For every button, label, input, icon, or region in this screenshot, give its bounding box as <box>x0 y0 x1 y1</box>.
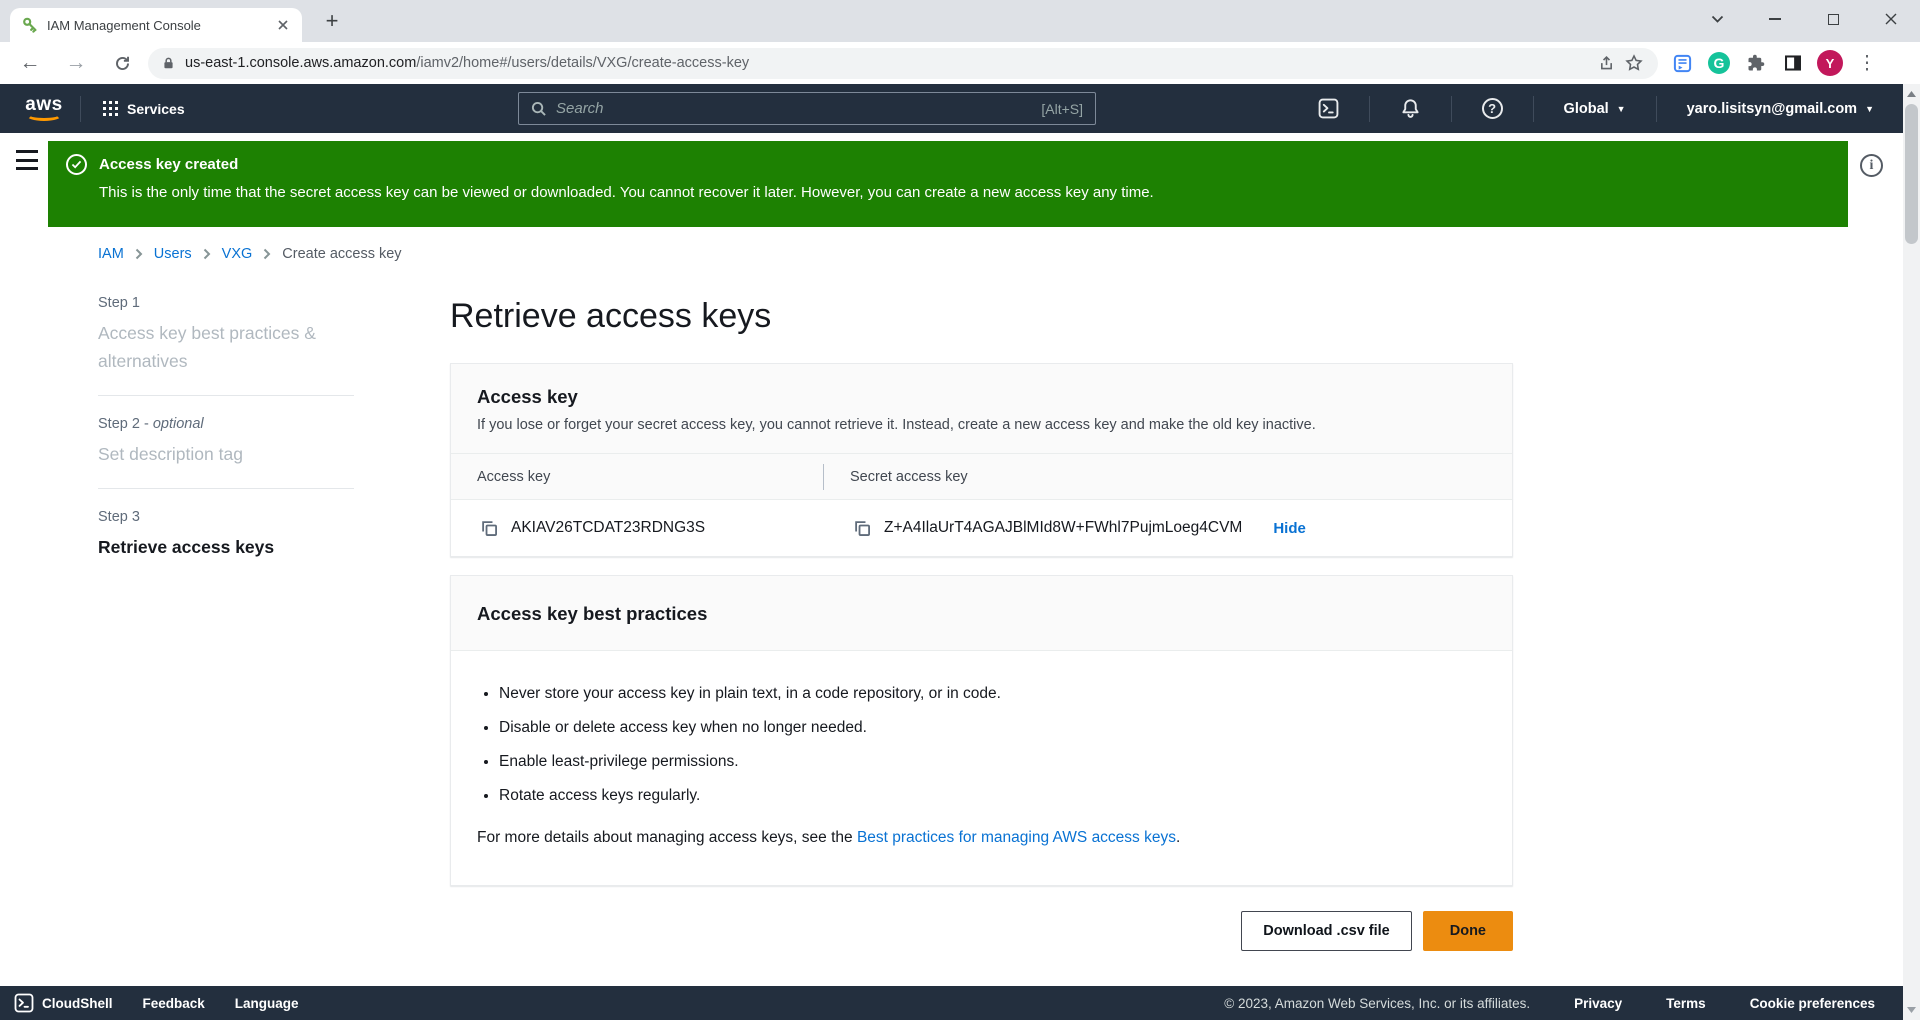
lock-icon <box>162 56 175 70</box>
account-menu[interactable]: yaro.lisitsyn@gmail.com▼ <box>1671 101 1890 117</box>
best-practice-item: Rotate access keys regularly. <box>499 779 1486 813</box>
hide-secret-link[interactable]: Hide <box>1273 520 1306 537</box>
column-access-key: Access key <box>451 469 823 485</box>
bookmark-star-icon[interactable] <box>1620 49 1648 77</box>
browser-toolbar: ← → us-east-1.console.aws.amazon.com/iam… <box>0 42 1920 84</box>
search-input[interactable] <box>556 100 1041 117</box>
extensions-puzzle-icon[interactable] <box>1742 49 1770 77</box>
copy-access-key-icon[interactable] <box>481 520 498 537</box>
breadcrumb-chevron-icon <box>135 248 143 260</box>
access-key-value: AKIAV26TCDAT23RDNG3S <box>511 519 705 537</box>
sidebar-extension-icon[interactable] <box>1779 49 1807 77</box>
banner-message: This is the only time that the secret ac… <box>99 184 1830 201</box>
done-button[interactable]: Done <box>1423 911 1513 951</box>
search-shortcut-hint: [Alt+S] <box>1041 101 1083 117</box>
refresh-icon[interactable] <box>106 47 138 79</box>
success-check-icon <box>66 154 87 175</box>
address-bar[interactable]: us-east-1.console.aws.amazon.com/iamv2/h… <box>148 48 1658 79</box>
window-minimize-button[interactable] <box>1746 0 1804 38</box>
info-panel-icon[interactable]: i <box>1860 154 1883 177</box>
best-practice-item: Never store your access key in plain tex… <box>499 677 1486 711</box>
key-table-header: Access key Secret access key <box>451 454 1512 500</box>
notifications-bell-icon[interactable] <box>1384 98 1437 119</box>
forward-icon[interactable]: → <box>60 47 92 79</box>
search-icon <box>531 101 546 116</box>
iam-page: Access key created This is the only time… <box>0 133 1920 986</box>
tab-title: IAM Management Console <box>47 18 274 33</box>
success-flashbar: Access key created This is the only time… <box>48 141 1848 227</box>
page-title: Retrieve access keys <box>450 296 1513 336</box>
chevron-down-icon: ▼ <box>1617 104 1626 114</box>
wizard-step-1: Step 1 Access key best practices & alter… <box>98 295 354 375</box>
wizard-steps-nav: Step 1 Access key best practices & alter… <box>98 295 354 561</box>
browser-tab[interactable]: IAM Management Console <box>10 8 302 42</box>
footer-feedback-link[interactable]: Feedback <box>143 996 205 1011</box>
grammarly-extension-icon[interactable]: G <box>1705 49 1733 77</box>
aws-search-box[interactable]: [Alt+S] <box>518 92 1096 125</box>
new-tab-button[interactable]: + <box>318 7 346 35</box>
best-practice-item: Disable or delete access key when no lon… <box>499 711 1486 745</box>
scrollbar-up-icon[interactable] <box>1903 86 1920 102</box>
access-key-card: Access key If you lose or forget your se… <box>450 363 1513 557</box>
window-close-button[interactable] <box>1862 0 1920 38</box>
banner-title: Access key created <box>99 156 238 173</box>
breadcrumb-chevron-icon <box>263 248 271 260</box>
page-scrollbar[interactable] <box>1903 84 1920 1020</box>
footer-copyright: © 2023, Amazon Web Services, Inc. or its… <box>1224 996 1530 1011</box>
share-icon[interactable] <box>1592 49 1620 77</box>
cloudshell-terminal-icon[interactable] <box>1302 98 1355 119</box>
scrollbar-thumb[interactable] <box>1905 104 1918 244</box>
tab-search-chevron-icon[interactable] <box>1688 0 1746 38</box>
scrollbar-down-icon[interactable] <box>1903 1002 1920 1018</box>
best-practices-title: Access key best practices <box>477 603 1486 625</box>
region-selector[interactable]: Global▼ <box>1548 101 1642 117</box>
best-practices-card: Access key best practices Never store yo… <box>450 575 1513 886</box>
breadcrumb: IAM Users VXG Create access key <box>98 246 402 262</box>
footer-cookie-preferences-link[interactable]: Cookie preferences <box>1750 996 1875 1011</box>
best-practice-item: Enable least-privilege permissions. <box>499 745 1486 779</box>
secret-key-value: Z+A4IlaUrT4AGAJBlMId8W+FWhl7PujmLoeg4CVM <box>884 519 1242 537</box>
window-maximize-button[interactable] <box>1804 0 1862 38</box>
iam-key-favicon <box>22 17 38 33</box>
profile-avatar[interactable]: Y <box>1816 49 1844 77</box>
chrome-menu-icon[interactable]: ⋮ <box>1853 49 1881 77</box>
breadcrumb-user-vxg[interactable]: VXG <box>222 246 253 262</box>
side-menu-hamburger-icon[interactable] <box>16 150 40 170</box>
breadcrumb-current: Create access key <box>282 246 401 262</box>
access-key-card-description: If you lose or forget your secret access… <box>477 417 1486 433</box>
footer-privacy-link[interactable]: Privacy <box>1574 996 1622 1011</box>
breadcrumb-iam[interactable]: IAM <box>98 246 124 262</box>
access-key-card-title: Access key <box>477 386 1486 408</box>
copy-secret-key-icon[interactable] <box>854 520 871 537</box>
download-csv-button[interactable]: Download .csv file <box>1241 911 1412 951</box>
best-practices-link[interactable]: Best practices for managing AWS access k… <box>857 829 1176 846</box>
browser-tab-strip: IAM Management Console + <box>0 0 1920 42</box>
services-menu-button[interactable]: Services <box>95 95 193 123</box>
column-secret-access-key: Secret access key <box>824 469 1512 485</box>
reader-extension-icon[interactable] <box>1668 49 1696 77</box>
help-icon[interactable]: ? <box>1466 98 1519 119</box>
chevron-down-icon: ▼ <box>1865 104 1874 114</box>
wizard-step-2: Step 2 - optional Set description tag <box>98 416 354 468</box>
services-grid-icon <box>103 101 118 116</box>
breadcrumb-chevron-icon <box>203 248 211 260</box>
aws-top-nav: aws Services [Alt+S] ? Global▼ yaro.lisi… <box>0 84 1920 133</box>
aws-smile-icon <box>26 109 62 121</box>
url-text: us-east-1.console.aws.amazon.com/iamv2/h… <box>185 55 749 71</box>
footer-cloudshell-button[interactable]: CloudShell <box>14 993 113 1013</box>
more-details-text: For more details about managing access k… <box>477 829 1486 847</box>
aws-logo[interactable]: aws <box>22 97 66 121</box>
back-icon[interactable]: ← <box>14 47 46 79</box>
tab-close-icon[interactable] <box>274 16 292 34</box>
footer-language-link[interactable]: Language <box>235 996 299 1011</box>
wizard-step-3: Step 3 Retrieve access keys <box>98 509 354 561</box>
key-table-row: AKIAV26TCDAT23RDNG3S Z+A4IlaUrT4AGAJBlMI… <box>451 500 1512 556</box>
breadcrumb-users[interactable]: Users <box>154 246 192 262</box>
cloudshell-terminal-icon <box>14 993 34 1013</box>
aws-footer: CloudShell Feedback Language © 2023, Ama… <box>0 986 1903 1020</box>
footer-terms-link[interactable]: Terms <box>1666 996 1706 1011</box>
best-practices-list: Never store your access key in plain tex… <box>499 677 1486 813</box>
